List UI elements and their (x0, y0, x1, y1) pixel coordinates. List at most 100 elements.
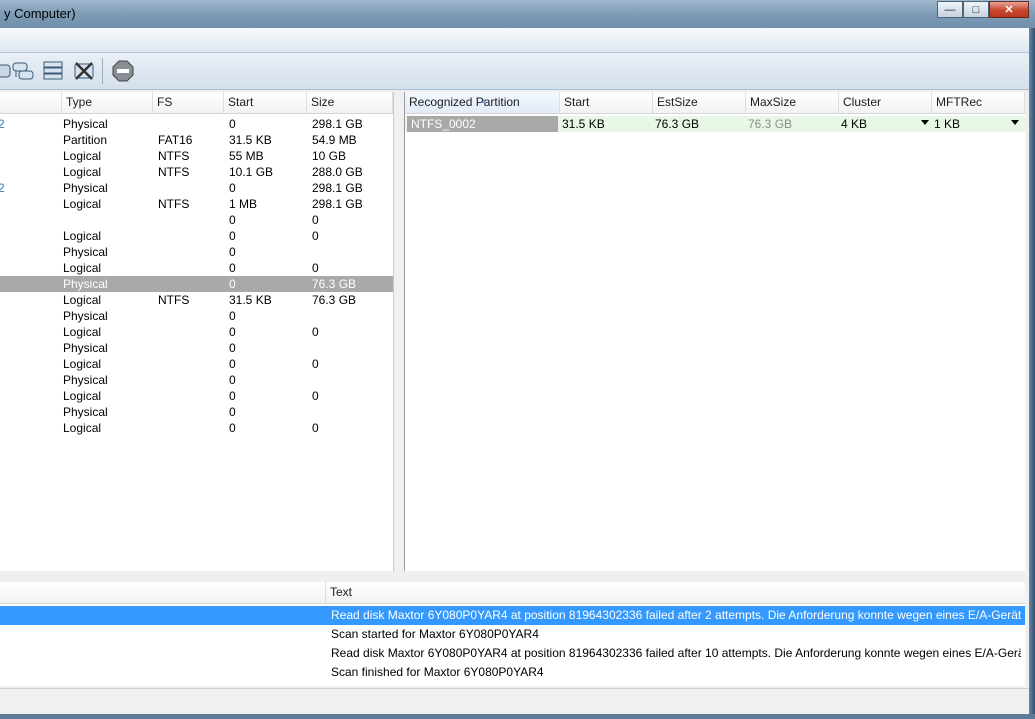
table-row[interactable]: Physical 0 76.3 GB (0, 276, 393, 292)
table-row[interactable]: 00 (0, 212, 393, 228)
partition-type: Logical (63, 261, 102, 275)
table-row[interactable]: Logical 0 0 (0, 260, 393, 276)
column-header-type[interactable]: Type (62, 92, 153, 113)
partition-start: 0 (229, 181, 236, 195)
table-row[interactable]: Logical NTFS 10.1 GB 288.0 GB (0, 164, 393, 180)
log-row[interactable]: Read disk Maxtor 6Y080P0YAR4 at position… (0, 644, 1025, 663)
column-header-log-time[interactable] (0, 582, 326, 603)
partition-type: Physical (63, 277, 108, 291)
column-header-estsize[interactable]: EstSize (653, 92, 746, 113)
log-list[interactable]: Text Read disk Maxtor 6Y080P0YAR4 at pos… (0, 582, 1025, 686)
remove-disk-icon[interactable] (72, 59, 96, 83)
recognized-partition-start: 31.5 KB (562, 117, 605, 131)
column-header-mftrec[interactable]: MFTRec (932, 92, 1025, 113)
partition-start: 0 (229, 117, 236, 131)
log-row[interactable]: Scan finished for Maxtor 6Y080P0YAR4 (0, 663, 1025, 682)
partition-type: Physical (63, 309, 108, 323)
partition-start: 0 (229, 229, 236, 243)
partition-start: 0 (229, 213, 236, 227)
table-row[interactable]: Logical NTFS 31.5 KB 76.3 GB (0, 292, 393, 308)
minimize-button[interactable]: — (937, 1, 963, 18)
table-row[interactable]: Physical 0 (0, 244, 393, 260)
recognized-partition-row[interactable]: NTFS_0002 31.5 KB 76.3 GB 76.3 GB 4 KB 1… (405, 116, 1025, 132)
partition-size: 0 (312, 229, 319, 243)
sort-ascending-icon: ▲ (480, 96, 488, 105)
partition-start: 31.5 KB (229, 293, 272, 307)
partition-type: Physical (63, 405, 108, 419)
log-row[interactable]: Scan started for Maxtor 6Y080P0YAR4 (0, 625, 1025, 644)
recognized-partitions-list[interactable]: ▲ Recognized Partition Start EstSize Max… (405, 92, 1025, 571)
table-row[interactable]: Logical 0 0 (0, 420, 393, 436)
partition-start: 10.1 GB (229, 165, 274, 179)
table-row[interactable]: 2 Physical 0 298.1 GB (0, 180, 393, 196)
table-row[interactable]: Logical 0 0 (0, 388, 393, 404)
mftrec-dropdown-icon[interactable] (1011, 120, 1019, 125)
window-title: y Computer) (4, 6, 76, 21)
partition-type: Logical (63, 389, 102, 403)
recognized-partition-name: NTFS_0002 (407, 116, 558, 132)
table-row[interactable]: Logical 0 0 (0, 324, 393, 340)
partition-start: 0 (229, 373, 236, 387)
table-row[interactable]: Logical 0 0 (0, 356, 393, 372)
column-header-maxsize[interactable]: MaxSize (746, 92, 839, 113)
application-window: Type FS Start Size 2 Physical 0 298.1 GB Par… (0, 28, 1030, 715)
partition-start: 1 MB (229, 197, 258, 211)
table-row[interactable]: Physical 0 (0, 404, 393, 420)
drive-stack-icon[interactable] (41, 59, 65, 83)
partition-fs: NTFS (158, 197, 190, 211)
column-header-size[interactable]: Size (307, 92, 393, 113)
recognized-partition-mftrec[interactable]: 1 KB (934, 116, 960, 132)
partition-type: Logical (63, 293, 102, 307)
window-border-bottom (0, 714, 1035, 719)
partition-size: 0 (312, 421, 319, 435)
partition-start: 0 (229, 357, 236, 371)
log-row[interactable]: Read disk Maxtor 6Y080P0YAR4 at position… (0, 606, 1025, 625)
partition-start: 0 (229, 245, 236, 259)
cluster-dropdown-icon[interactable] (921, 120, 929, 125)
stop-icon[interactable] (111, 59, 135, 83)
partition-start: 0 (229, 389, 236, 403)
partition-fs: FAT16 (158, 133, 193, 147)
column-header-start[interactable]: Start (224, 92, 307, 113)
table-row[interactable]: Partition FAT16 31.5 KB 54.9 MB (0, 132, 393, 148)
partition-type: Logical (63, 197, 102, 211)
column-header-fs[interactable]: FS (153, 92, 224, 113)
partition-type: Logical (63, 357, 102, 371)
partition-size: 76.3 GB (312, 293, 357, 307)
column-header-recognized-partition-label: Recognized Partition (409, 95, 520, 109)
window-controls: — □ ✕ (937, 1, 1029, 18)
partition-start: 0 (229, 341, 236, 355)
window-border-right (1029, 28, 1035, 719)
table-row[interactable]: Logical NTFS 55 MB 10 GB (0, 148, 393, 164)
column-header-cluster[interactable]: Cluster (839, 92, 932, 113)
partition-name: 2 (0, 181, 5, 195)
partition-size: 298.1 GB (312, 197, 363, 211)
partition-size: 298.1 GB (312, 117, 363, 131)
column-header-recognized-partition[interactable]: ▲ Recognized Partition (405, 92, 560, 113)
partition-type: Logical (63, 325, 102, 339)
recognized-partition-cluster[interactable]: 4 KB (841, 116, 867, 132)
partition-start: 0 (229, 261, 236, 275)
recognized-partitions-header: ▲ Recognized Partition Start EstSize Max… (405, 92, 1025, 114)
partition-type: Logical (63, 421, 102, 435)
table-row[interactable]: Physical 0 (0, 372, 393, 388)
table-row[interactable]: Physical 0 (0, 308, 393, 324)
table-row[interactable]: 2 Physical 0 298.1 GB (0, 116, 393, 132)
network-disks-icon[interactable] (10, 59, 34, 83)
log-text: Scan started for Maxtor 6Y080P0YAR4 (331, 627, 539, 641)
column-header-name[interactable] (0, 92, 62, 113)
table-row[interactable]: Physical 0 (0, 340, 393, 356)
vertical-splitter[interactable] (393, 92, 405, 571)
partition-start: 0 (229, 421, 236, 435)
column-header-text[interactable]: Text (326, 582, 1025, 603)
partition-start: 0 (229, 277, 236, 291)
table-row[interactable]: Logical NTFS 1 MB 298.1 GB (0, 196, 393, 212)
close-button[interactable]: ✕ (989, 1, 1029, 18)
maximize-button[interactable]: □ (963, 1, 989, 18)
table-row[interactable]: Logical 0 0 (0, 228, 393, 244)
partition-list[interactable]: Type FS Start Size 2 Physical 0 298.1 GB Par… (0, 92, 393, 571)
partition-type: Physical (63, 181, 108, 195)
partition-fs: NTFS (158, 149, 190, 163)
partition-size: 0 (312, 325, 319, 339)
column-header-start[interactable]: Start (560, 92, 653, 113)
